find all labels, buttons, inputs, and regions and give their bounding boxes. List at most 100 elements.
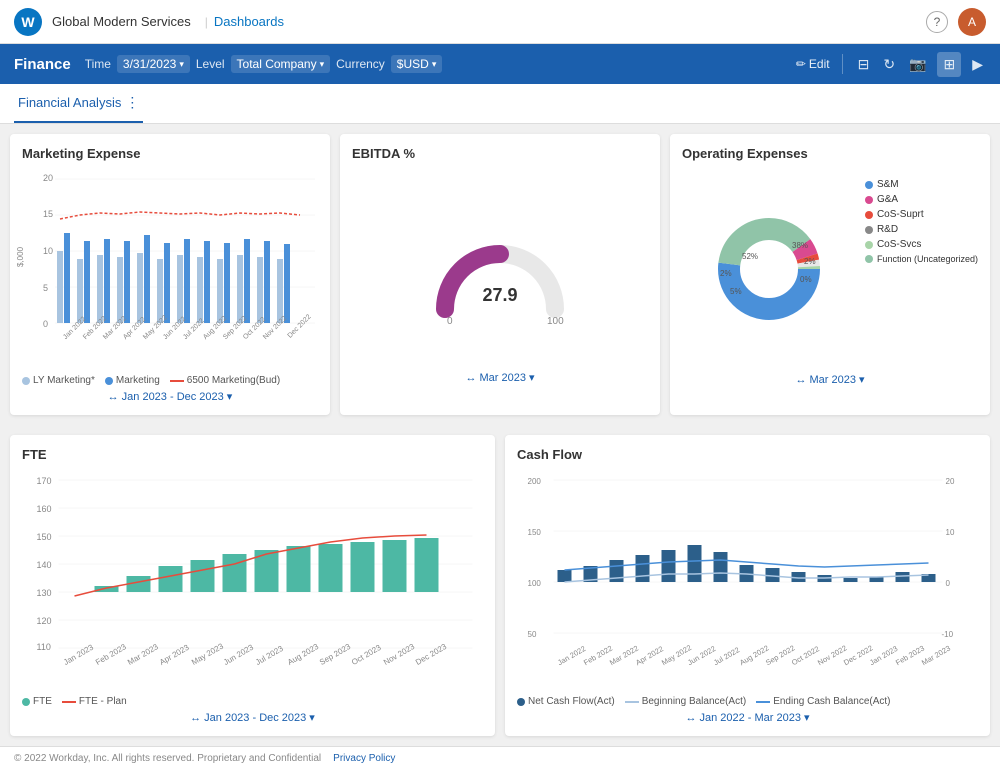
grid-view-icon[interactable]: ⊞: [937, 52, 961, 77]
legend-beginning-balance: Beginning Balance(Act): [625, 696, 747, 707]
legend-line: [62, 701, 76, 703]
fte-date-selector[interactable]: ↔ Jan 2023 - Dec 2023 ▾: [190, 711, 315, 724]
opex-legend-item: CoS-Suprt: [865, 209, 978, 220]
refresh-icon[interactable]: ↻: [880, 53, 898, 76]
fte-legend: FTE FTE - Plan: [22, 696, 127, 707]
svg-text:5%: 5%: [730, 287, 742, 296]
svg-text:140: 140: [37, 560, 52, 570]
camera-icon[interactable]: 📷: [906, 53, 929, 76]
opex-legend-item: Function (Uncategorized): [865, 254, 978, 264]
opex-chart-area: 52% 38% 5% 2% 2% 0% S&M G&A: [682, 169, 978, 369]
svg-text:Jun 2023: Jun 2023: [222, 642, 255, 667]
svg-text:$,000: $,000: [16, 246, 25, 267]
marketing-chart-title: Marketing Expense: [22, 146, 318, 161]
top-nav: W Global Modern Services | Dashboards ? …: [0, 0, 1000, 44]
opex-legend: S&M G&A CoS-Suprt R&D CoS-Svcs: [865, 169, 978, 369]
video-icon[interactable]: ▶: [969, 53, 986, 76]
svg-text:10: 10: [43, 246, 53, 256]
svg-text:Jan 2023: Jan 2023: [62, 642, 95, 667]
fte-card: FTE 170 160 150 140 130 120 110: [10, 435, 495, 736]
fte-chart-footer: FTE FTE - Plan: [22, 696, 483, 707]
chevron-down-icon: ▾: [432, 59, 437, 70]
level-selector[interactable]: Total Company ▾: [231, 55, 331, 73]
svg-text:2%: 2%: [720, 269, 732, 278]
level-label: Level: [196, 57, 225, 71]
time-selector[interactable]: 3/31/2023 ▾: [117, 55, 190, 73]
pencil-icon: ✏: [796, 57, 806, 71]
chevron-down-icon: ▾: [804, 711, 810, 724]
cashflow-chart-title: Cash Flow: [517, 447, 978, 462]
workday-logo[interactable]: W: [14, 8, 42, 36]
chevron-down-icon: ▾: [320, 59, 325, 70]
legend-dot: [517, 698, 525, 706]
svg-text:100: 100: [528, 579, 542, 588]
svg-text:Feb 2023: Feb 2023: [894, 644, 926, 668]
svg-text:Oct 2023: Oct 2023: [350, 643, 383, 667]
svg-text:Mar 2022: Mar 2022: [608, 644, 640, 668]
svg-text:Apr 2022: Apr 2022: [634, 644, 665, 667]
svg-text:Jul 2023: Jul 2023: [254, 644, 285, 667]
opex-date-selector[interactable]: ↔ Mar 2023 ▾: [795, 373, 864, 386]
svg-text:Aug 2023: Aug 2023: [286, 642, 321, 667]
svg-text:150: 150: [528, 528, 542, 537]
svg-text:Feb 2023: Feb 2023: [94, 642, 128, 667]
tab-options-icon[interactable]: ⋮: [125, 94, 139, 111]
legend-budget: 6500 Marketing(Bud): [170, 375, 280, 386]
svg-text:150: 150: [37, 532, 52, 542]
legend-ly-marketing: LY Marketing*: [22, 375, 95, 386]
svg-text:Mar 2023: Mar 2023: [920, 644, 952, 668]
filter-icon[interactable]: ⊟: [855, 53, 873, 76]
edit-button[interactable]: ✏ Edit: [796, 57, 830, 71]
svg-text:5: 5: [43, 283, 48, 293]
legend-dot: [865, 241, 873, 249]
avatar[interactable]: A: [958, 8, 986, 36]
tab-financial-analysis[interactable]: Financial Analysis ⋮: [14, 84, 143, 123]
copyright-text: © 2022 Workday, Inc. All rights reserved…: [14, 753, 321, 764]
svg-text:20: 20: [946, 477, 955, 486]
finance-title: Finance: [14, 56, 71, 73]
svg-text:Jul 2022: Jul 2022: [712, 645, 741, 667]
svg-text:52%: 52%: [742, 252, 758, 261]
svg-text:20: 20: [43, 173, 53, 183]
tab-bar: Financial Analysis ⋮: [0, 84, 1000, 124]
chevron-down-icon: ▾: [179, 59, 184, 70]
legend-dot: [105, 377, 113, 385]
svg-text:0%: 0%: [800, 275, 812, 284]
page-footer: © 2022 Workday, Inc. All rights reserved…: [0, 746, 1000, 770]
svg-text:-10: -10: [942, 630, 954, 639]
svg-text:Feb 2022: Feb 2022: [582, 644, 614, 668]
opex-donut-wrap: 52% 38% 5% 2% 2% 0%: [682, 169, 857, 369]
svg-text:Dec 2022: Dec 2022: [287, 313, 313, 339]
ebitda-date-selector[interactable]: ↔ Mar 2023 ▾: [465, 371, 534, 384]
opex-legend-item: CoS-Svcs: [865, 239, 978, 250]
marketing-chart-area: 20 15 10 5 0 $,000: [22, 169, 318, 369]
svg-text:Sep 2023: Sep 2023: [318, 642, 353, 667]
nav-separator: |: [205, 15, 208, 29]
ebitda-chart-title: EBITDA %: [352, 146, 648, 161]
svg-text:50: 50: [528, 630, 537, 639]
chevron-down-icon: ▾: [309, 711, 315, 724]
opex-chart-title: Operating Expenses: [682, 146, 978, 161]
svg-text:100: 100: [547, 316, 564, 327]
svg-text:170: 170: [37, 476, 52, 486]
svg-text:2%: 2%: [804, 257, 816, 266]
top-nav-right: ? A: [926, 8, 986, 36]
privacy-policy-link[interactable]: Privacy Policy: [333, 753, 395, 764]
marketing-date-selector[interactable]: ↔ Jan 2023 - Dec 2023 ▾: [108, 390, 233, 403]
dashboards-link[interactable]: Dashboards: [214, 14, 284, 29]
cashflow-date-selector[interactable]: ↔ Jan 2022 - Mar 2023 ▾: [685, 711, 809, 724]
legend-dot: [865, 181, 873, 189]
legend-net-cashflow: Net Cash Flow(Act): [517, 696, 615, 707]
cashflow-legend: Net Cash Flow(Act) Beginning Balance(Act…: [517, 696, 891, 707]
time-label: Time: [85, 57, 111, 71]
legend-line: [170, 380, 184, 382]
cashflow-chart-area: 200 150 100 50 20 10 0 -10: [517, 470, 978, 690]
currency-selector[interactable]: $USD ▾: [391, 55, 443, 73]
svg-text:Jan 2023: Jan 2023: [868, 644, 899, 667]
help-icon[interactable]: ?: [926, 11, 948, 33]
legend-line: [625, 701, 639, 703]
svg-text:0: 0: [43, 319, 48, 329]
cashflow-chart-footer: Net Cash Flow(Act) Beginning Balance(Act…: [517, 696, 978, 707]
legend-dot: [865, 226, 873, 234]
finance-toolbar: Finance Time 3/31/2023 ▾ Level Total Com…: [0, 44, 1000, 84]
